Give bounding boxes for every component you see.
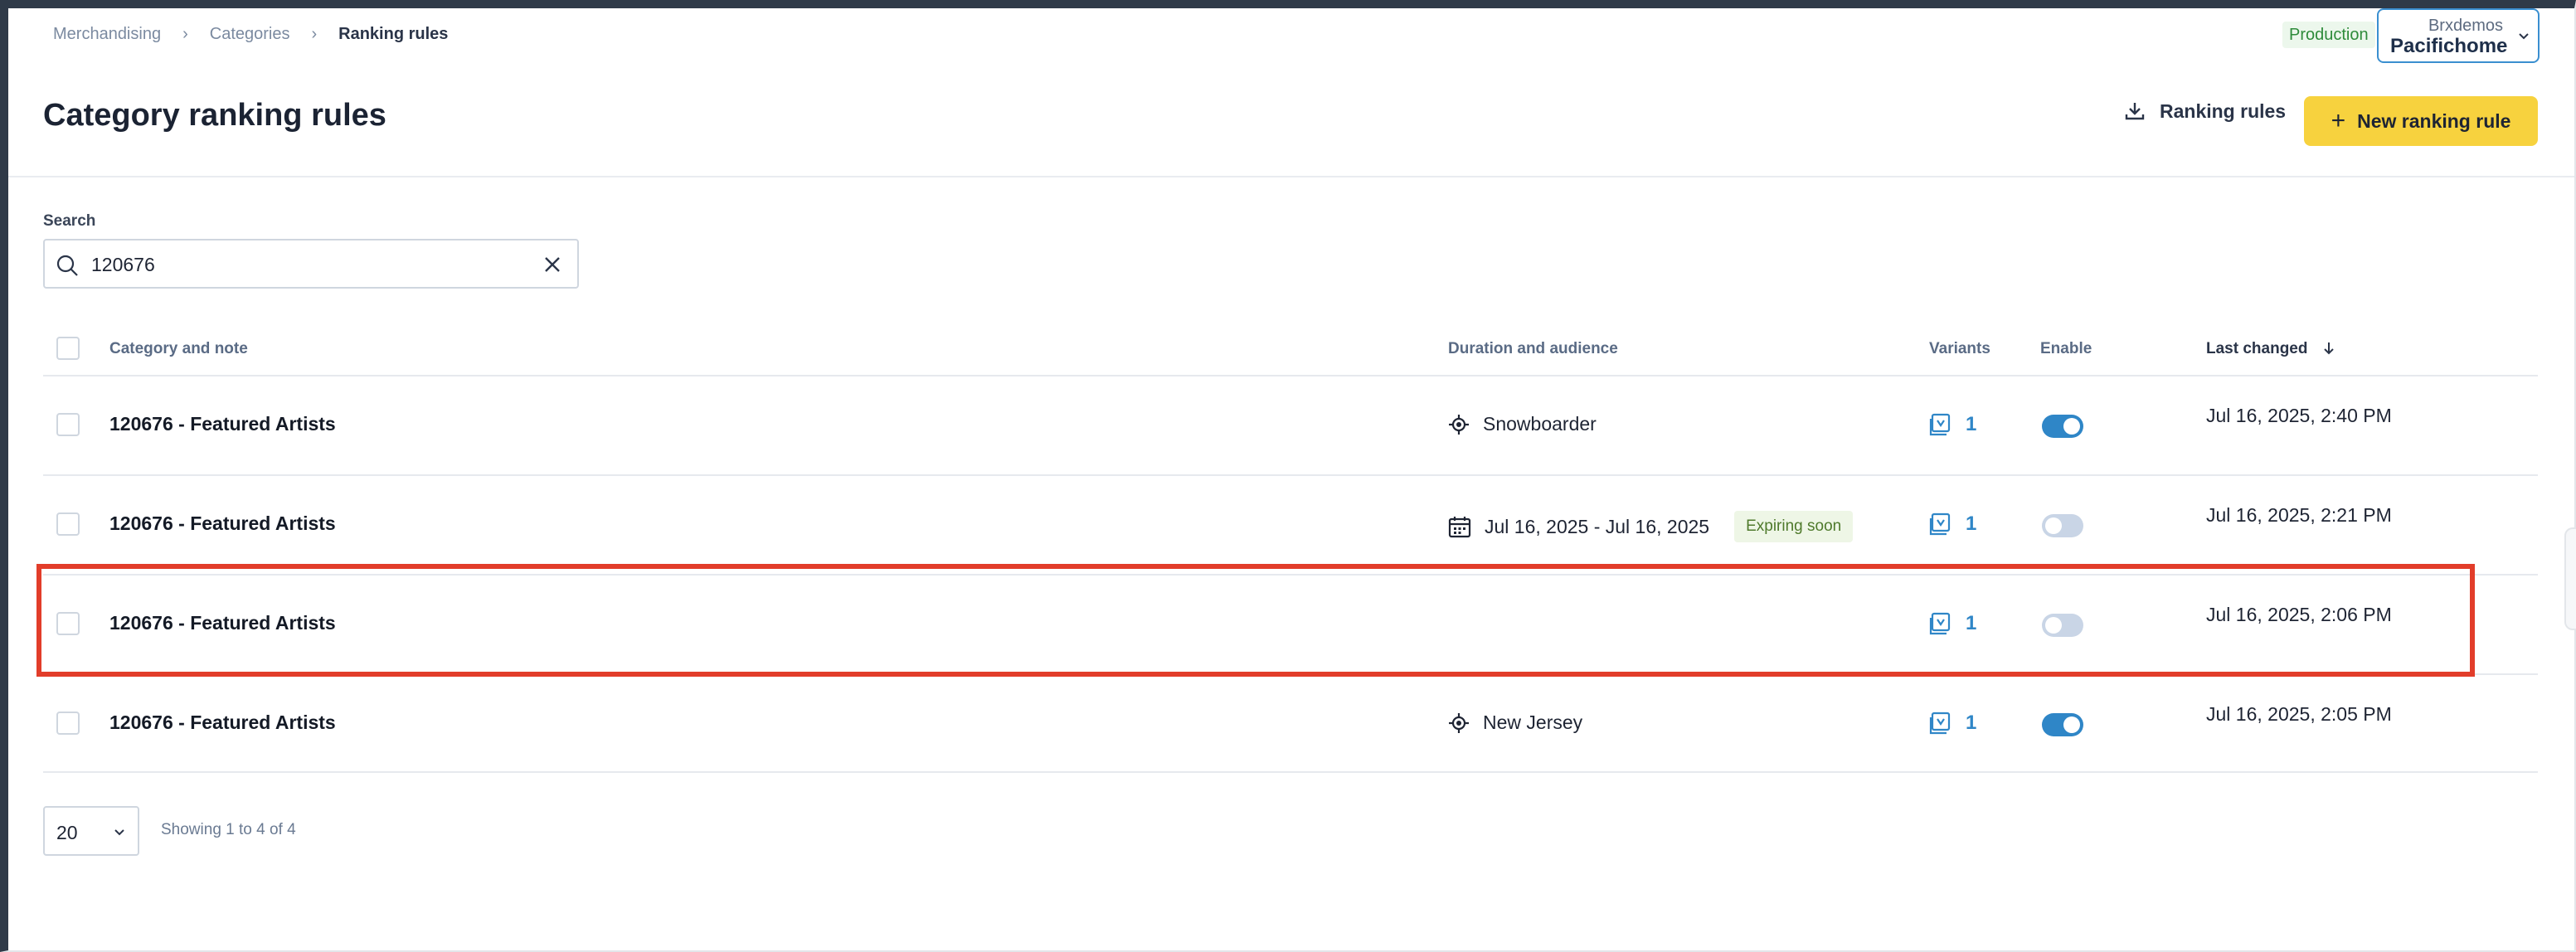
variants-icon (1929, 512, 1951, 536)
variants-icon (1929, 712, 1951, 735)
window-frame (0, 0, 2576, 952)
environment-badge: Production (2282, 22, 2375, 48)
variants-count[interactable]: 1 (1929, 512, 1976, 536)
audience-label: Snowboarder (1483, 413, 1597, 435)
header-category[interactable]: Category and note (109, 340, 248, 358)
close-icon[interactable] (541, 253, 564, 276)
chevron-down-icon (2519, 33, 2529, 40)
arrow-down-icon (2324, 342, 2334, 355)
variants-number: 1 (1966, 512, 1977, 535)
header-divider (8, 176, 2574, 177)
header-last-changed-label: Last changed (2206, 340, 2308, 357)
header-last-changed[interactable]: Last changed (2206, 340, 2337, 358)
search-input[interactable]: 120676 (43, 239, 579, 289)
account-switcher[interactable]: Brxdemos Pacifichome (2377, 8, 2540, 63)
row-divider (43, 474, 2538, 476)
search-value: 120676 (91, 254, 155, 275)
toggle-knob (2063, 716, 2080, 733)
row-title[interactable]: 120676 - Featured Artists (109, 712, 336, 734)
last-changed: Jul 16, 2025, 2:05 PM (2206, 703, 2392, 725)
enable-toggle[interactable] (2042, 415, 2083, 438)
chevron-down-icon (114, 829, 124, 836)
row-checkbox[interactable] (56, 712, 80, 735)
chevron-right-icon: › (182, 25, 188, 43)
row-divider (43, 375, 2538, 376)
enable-toggle[interactable] (2042, 713, 2083, 736)
row-title[interactable]: 120676 - Featured Artists (109, 413, 336, 435)
audience-label: Jul 16, 2025 - Jul 16, 2025 (1485, 515, 1710, 537)
header-variants[interactable]: Variants (1929, 340, 1990, 358)
last-changed: Jul 16, 2025, 2:21 PM (2206, 504, 2392, 526)
page-size-value: 20 (56, 822, 78, 843)
expiring-soon-badge: Expiring soon (1734, 511, 1854, 542)
breadcrumb-merchandising[interactable]: Merchandising (53, 25, 161, 44)
row-audience: Jul 16, 2025 - Jul 16, 2025 Expiring soo… (1448, 511, 1854, 542)
row-checkbox[interactable] (56, 413, 80, 436)
plus-icon: + (2331, 107, 2346, 134)
breadcrumb-ranking-rules: Ranking rules (338, 25, 449, 43)
breadcrumb: Merchandising › Categories › Ranking rul… (53, 25, 448, 44)
page-title: Category ranking rules (43, 98, 386, 133)
toggle-knob (2063, 418, 2080, 435)
chevron-right-icon: › (311, 25, 318, 43)
header-enable[interactable]: Enable (2040, 340, 2092, 358)
new-ranking-rule-label: New ranking rule (2357, 109, 2511, 132)
variants-number: 1 (1966, 413, 1977, 435)
row-audience: Snowboarder (1448, 413, 1597, 435)
enable-toggle[interactable] (2042, 514, 2083, 537)
variants-icon (1929, 413, 1951, 436)
account-org: Brxdemos (2428, 17, 2503, 35)
variants-number: 1 (1966, 712, 1977, 734)
last-changed: Jul 16, 2025, 2:40 PM (2206, 405, 2392, 426)
toggle-knob (2045, 517, 2062, 534)
export-ranking-rules-button[interactable]: Ranking rules (2123, 100, 2286, 123)
export-label: Ranking rules (2160, 100, 2287, 122)
row-checkbox[interactable] (56, 512, 80, 536)
location-target-icon (1449, 712, 1469, 733)
search-icon (56, 255, 78, 276)
row-audience: New Jersey (1448, 712, 1582, 734)
audience-label: New Jersey (1483, 712, 1583, 733)
variants-count[interactable]: 1 (1929, 712, 1976, 735)
location-target-icon (1449, 414, 1469, 435)
search-label: Search (43, 212, 96, 230)
row-divider (43, 771, 2538, 773)
calendar-icon (1448, 517, 1471, 538)
pagination-summary: Showing 1 to 4 of 4 (161, 821, 296, 838)
row-title[interactable]: 120676 - Featured Artists (109, 512, 336, 535)
highlight-box (36, 564, 2475, 677)
breadcrumb-categories[interactable]: Categories (210, 25, 290, 44)
account-name: Pacifichome (2390, 35, 2508, 57)
page-size-select[interactable]: 20 (43, 806, 139, 856)
side-panel-handle[interactable] (2564, 527, 2576, 630)
select-all-checkbox[interactable] (56, 337, 80, 360)
download-icon (2125, 103, 2145, 120)
variants-count[interactable]: 1 (1929, 413, 1976, 436)
header-duration[interactable]: Duration and audience (1448, 340, 1618, 358)
new-ranking-rule-button[interactable]: + New ranking rule (2304, 96, 2538, 146)
